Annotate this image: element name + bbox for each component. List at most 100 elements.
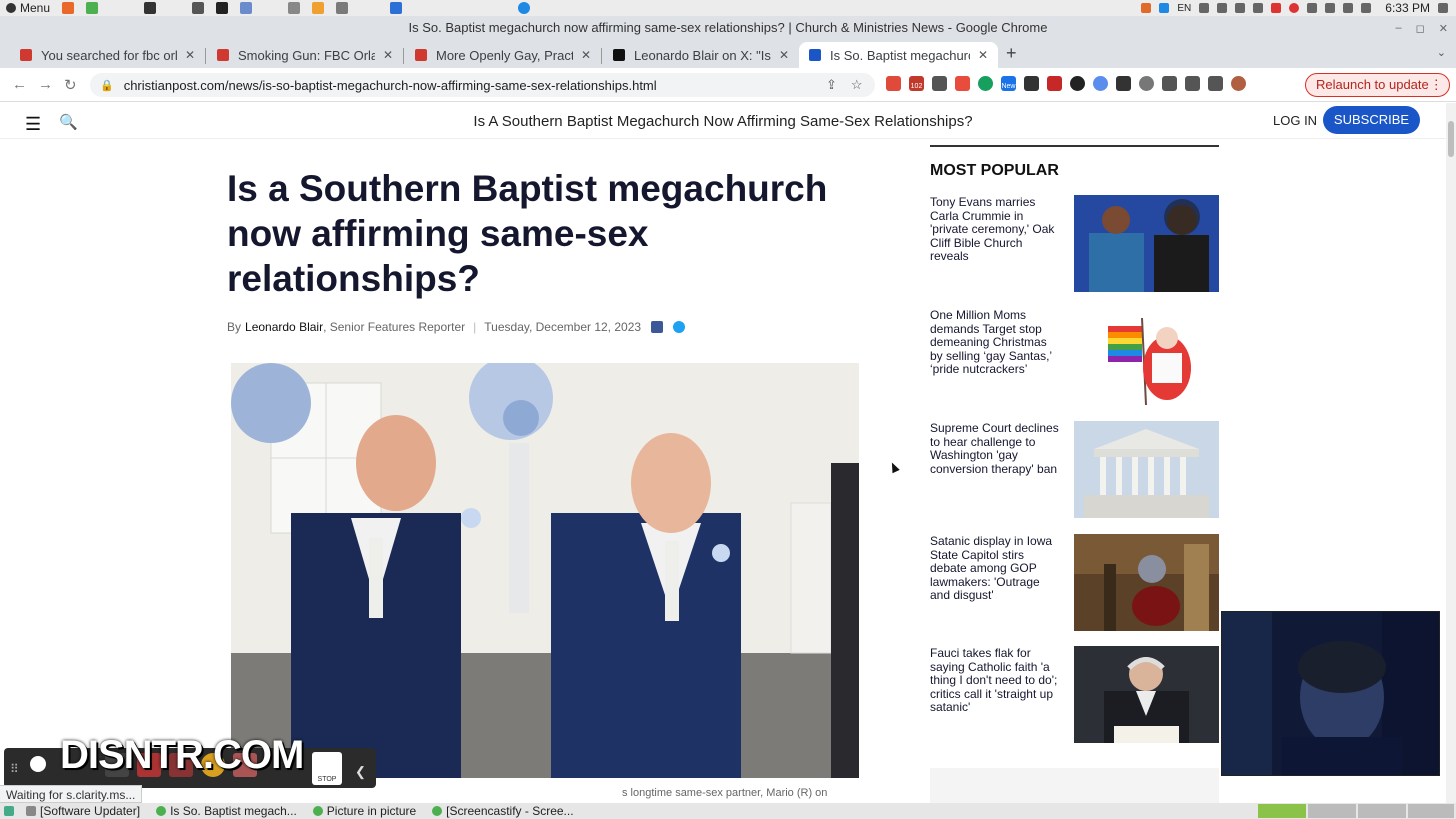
- terminal-launcher-icon[interactable]: [144, 2, 157, 14]
- tray-icon[interactable]: [1271, 3, 1282, 13]
- address-bar[interactable]: 🔒 christianpost.com/news/is-so-baptist-m…: [90, 73, 875, 97]
- extension-icon[interactable]: [1070, 76, 1085, 91]
- tab[interactable]: Leonardo Blair on X: "Is a ✕: [603, 42, 799, 68]
- app-launcher-icon[interactable]: [288, 2, 301, 14]
- extension-icon[interactable]: [955, 76, 970, 91]
- tab-close-icon[interactable]: ✕: [581, 48, 591, 62]
- kebab-menu-icon[interactable]: ⋮: [1430, 74, 1443, 96]
- stop-button[interactable]: STOP: [312, 752, 342, 785]
- pause-icon[interactable]: [30, 756, 46, 772]
- close-window-icon[interactable]: ✕: [1439, 22, 1448, 35]
- webcam-overlay[interactable]: [1221, 611, 1440, 776]
- most-popular-link[interactable]: Fauci takes flak for saying Catholic fai…: [930, 646, 1062, 715]
- back-icon[interactable]: ←: [12, 76, 27, 93]
- tab-close-icon[interactable]: ✕: [383, 48, 393, 62]
- workspace-switcher-2[interactable]: [1308, 804, 1356, 818]
- collapse-icon[interactable]: ❮: [355, 764, 366, 780]
- most-popular-thumbnail[interactable]: [1074, 308, 1219, 405]
- tray-icon[interactable]: [1217, 3, 1228, 13]
- tab-close-icon[interactable]: ✕: [185, 48, 195, 62]
- most-popular-item[interactable]: Supreme Court declines to hear challenge…: [930, 421, 1219, 519]
- most-popular-link[interactable]: Satanic display in Iowa State Capitol st…: [930, 534, 1062, 603]
- extension-icon[interactable]: [1024, 76, 1039, 91]
- maximize-icon[interactable]: ◻: [1416, 22, 1425, 35]
- files-launcher-icon[interactable]: [336, 2, 349, 14]
- most-popular-item[interactable]: One Million Moms demands Target stop dem…: [930, 308, 1219, 406]
- login-link[interactable]: LOG IN: [1273, 113, 1317, 128]
- side-panel-icon[interactable]: [1208, 76, 1223, 91]
- page-scrollbar[interactable]: [1446, 103, 1456, 803]
- workspace-switcher-1[interactable]: [1258, 804, 1306, 818]
- editor-launcher-icon[interactable]: [390, 2, 403, 14]
- most-popular-thumbnail[interactable]: [1074, 421, 1219, 518]
- taskbar-item[interactable]: Is So. Baptist megach...: [148, 803, 305, 819]
- author-link[interactable]: Leonardo Blair: [245, 320, 323, 334]
- tab[interactable]: More Openly Gay, Practic ✕: [405, 42, 601, 68]
- most-popular-thumbnail[interactable]: [1074, 534, 1219, 631]
- extension-icon[interactable]: [1116, 76, 1131, 91]
- network-icon[interactable]: [1307, 3, 1318, 13]
- most-popular-link[interactable]: One Million Moms demands Target stop dem…: [930, 308, 1062, 377]
- firefox-launcher-icon[interactable]: [62, 2, 75, 14]
- tab-active[interactable]: Is So. Baptist megachurcl ✕: [799, 42, 998, 68]
- minimize-icon[interactable]: –: [1396, 22, 1402, 34]
- scrollbar-thumb[interactable]: [1448, 121, 1454, 157]
- reload-icon[interactable]: ↻: [64, 76, 77, 94]
- extension-icon[interactable]: New: [1001, 76, 1016, 91]
- extension-icon[interactable]: [1093, 76, 1108, 91]
- telegram-tray-icon[interactable]: [1159, 3, 1170, 13]
- battery-icon[interactable]: [1343, 3, 1354, 13]
- tray-icon[interactable]: [1253, 3, 1264, 13]
- tab[interactable]: Smoking Gun: FBC Orlanc ✕: [207, 42, 403, 68]
- app-tray-icon[interactable]: [1141, 3, 1152, 13]
- extension-icon[interactable]: [1139, 76, 1154, 91]
- steam-tray-icon[interactable]: [1199, 3, 1210, 13]
- tab-search-icon[interactable]: ⌄: [1437, 46, 1446, 59]
- bluetooth-icon[interactable]: [1325, 3, 1336, 13]
- show-desktop-icon[interactable]: [0, 803, 18, 819]
- app-launcher-icon[interactable]: [240, 2, 253, 14]
- tray-icon[interactable]: [1289, 3, 1300, 13]
- workspace-switcher-3[interactable]: [1358, 804, 1406, 818]
- extension-icon[interactable]: [886, 76, 901, 91]
- app-launcher-icon[interactable]: [192, 2, 205, 14]
- most-popular-item[interactable]: Fauci takes flak for saying Catholic fai…: [930, 646, 1219, 744]
- clock[interactable]: 6:33 PM: [1385, 1, 1430, 15]
- chrome-launcher-icon[interactable]: [86, 2, 99, 14]
- lock-icon[interactable]: 🔒: [100, 79, 114, 92]
- volume-icon[interactable]: [1361, 3, 1372, 13]
- most-popular-item[interactable]: Satanic display in Iowa State Capitol st…: [930, 534, 1219, 632]
- facebook-share-icon[interactable]: [651, 321, 664, 333]
- reading-list-icon[interactable]: [1185, 76, 1200, 91]
- tab-close-icon[interactable]: ✕: [779, 48, 789, 62]
- tray-icon[interactable]: [1235, 3, 1246, 13]
- most-popular-link[interactable]: Tony Evans marries Carla Crummie in 'pri…: [930, 195, 1062, 264]
- power-icon[interactable]: [1438, 3, 1448, 13]
- tab-close-icon[interactable]: ✕: [978, 48, 988, 62]
- twitter-share-icon[interactable]: [673, 321, 686, 333]
- relaunch-button[interactable]: Relaunch to update ⋮: [1305, 73, 1450, 97]
- drag-handle-icon[interactable]: ⠿: [10, 762, 19, 776]
- bookmark-star-icon[interactable]: ☆: [851, 77, 863, 93]
- most-popular-link[interactable]: Supreme Court declines to hear challenge…: [930, 421, 1062, 476]
- most-popular-item[interactable]: Tony Evans marries Carla Crummie in 'pri…: [930, 195, 1219, 293]
- app-launcher-icon[interactable]: [312, 2, 325, 14]
- most-popular-thumbnail[interactable]: [1074, 646, 1219, 743]
- workspace-switcher-4[interactable]: [1408, 804, 1454, 818]
- profile-avatar[interactable]: [1231, 76, 1246, 91]
- taskbar-item[interactable]: Picture in picture: [305, 803, 424, 819]
- subscribe-button[interactable]: SUBSCRIBE: [1323, 106, 1420, 134]
- zoom-launcher-icon[interactable]: [518, 2, 531, 14]
- new-tab-button[interactable]: +: [1006, 43, 1017, 64]
- tab[interactable]: You searched for fbc orla ✕: [10, 42, 205, 68]
- keyboard-layout[interactable]: EN: [1177, 3, 1191, 14]
- most-popular-thumbnail[interactable]: [1074, 195, 1219, 292]
- taskbar-item[interactable]: [Screencastify - Scree...: [424, 803, 581, 819]
- share-icon[interactable]: ⇪: [826, 77, 837, 93]
- extension-icon[interactable]: [1047, 76, 1062, 91]
- grammarly-icon[interactable]: [978, 76, 993, 91]
- taskbar-item[interactable]: [Software Updater]: [18, 803, 148, 819]
- inkscape-launcher-icon[interactable]: [216, 2, 229, 14]
- forward-icon[interactable]: →: [38, 76, 53, 93]
- extension-icon[interactable]: [932, 76, 947, 91]
